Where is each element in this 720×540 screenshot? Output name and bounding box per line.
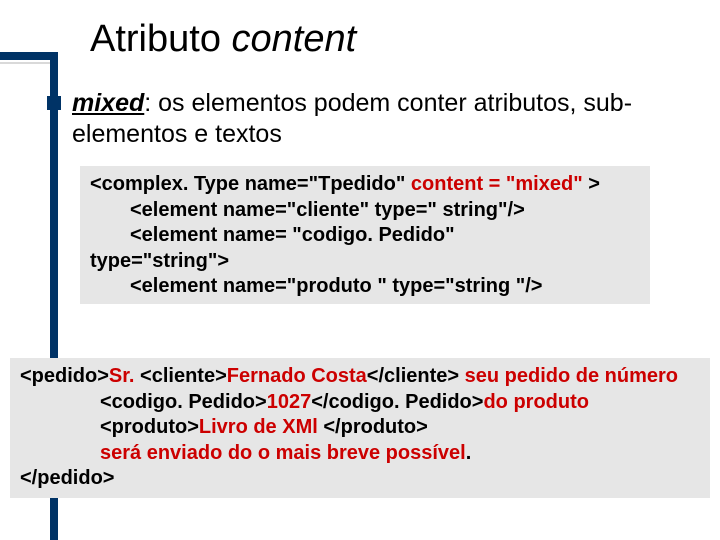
title-italic: content — [232, 18, 357, 60]
code-text: . — [466, 442, 472, 464]
code-text: > — [583, 173, 600, 195]
code-text-red: será enviado do o mais breve possível — [100, 442, 466, 464]
code-text-red: Sr. — [109, 365, 140, 387]
code-line: será enviado do o mais breve possível. — [20, 441, 700, 467]
code-line: type="string"> — [90, 249, 640, 275]
bullet-rest: : os elementos podem conter atributos, s… — [72, 89, 632, 148]
code-line: </pedido> — [20, 466, 700, 492]
code-text-red: do produto — [483, 391, 589, 413]
bullet-mixed: mixed — [72, 89, 144, 117]
code-line: <pedido>Sr. <cliente>Fernado Costa</clie… — [20, 364, 700, 390]
code-tag: <cliente> — [140, 365, 227, 387]
code-block-schema: <complex. Type name="Tpedido" content = … — [80, 166, 650, 304]
code-tag: <pedido> — [20, 365, 109, 387]
code-tag: </codigo. Pedido> — [311, 391, 483, 413]
code-block-instance: <pedido>Sr. <cliente>Fernado Costa</clie… — [10, 358, 710, 498]
code-text: <element name= "codigo. Pedido" — [90, 223, 455, 249]
slide-title: Atributo content — [90, 18, 356, 61]
code-tag: </produto> — [323, 416, 427, 438]
bullet-icon — [47, 96, 61, 110]
slide: Atributo content mixed: os elementos pod… — [0, 0, 720, 540]
code-tag: <codigo. Pedido> — [100, 391, 267, 413]
code-line: <complex. Type name="Tpedido" content = … — [90, 172, 640, 198]
deco-bar-horizontal-inner — [0, 62, 52, 64]
bullet-text: mixed: os elementos podem conter atribut… — [72, 88, 690, 151]
code-line: <element name="produto " type="string "/… — [90, 274, 640, 300]
code-tag: </cliente> — [367, 365, 465, 387]
code-keyword: content = "mixed" — [411, 173, 583, 195]
code-line: <element name= "codigo. Pedido" — [90, 223, 640, 249]
code-tag: <produto> — [100, 416, 199, 438]
code-line: <produto>Livro de XMl </produto> — [20, 415, 700, 441]
code-text-red: 1027 — [267, 391, 312, 413]
code-text-red: seu pedido de número — [465, 365, 678, 387]
code-text-red: Livro de XMl — [199, 416, 323, 438]
code-line: <codigo. Pedido>1027</codigo. Pedido>do … — [20, 390, 700, 416]
title-plain: Atributo — [90, 18, 232, 60]
code-text: <complex. Type name="Tpedido" — [90, 173, 411, 195]
code-line: <element name="cliente" type=" string"/> — [90, 198, 640, 224]
code-text-red: Fernado Costa — [227, 365, 367, 387]
